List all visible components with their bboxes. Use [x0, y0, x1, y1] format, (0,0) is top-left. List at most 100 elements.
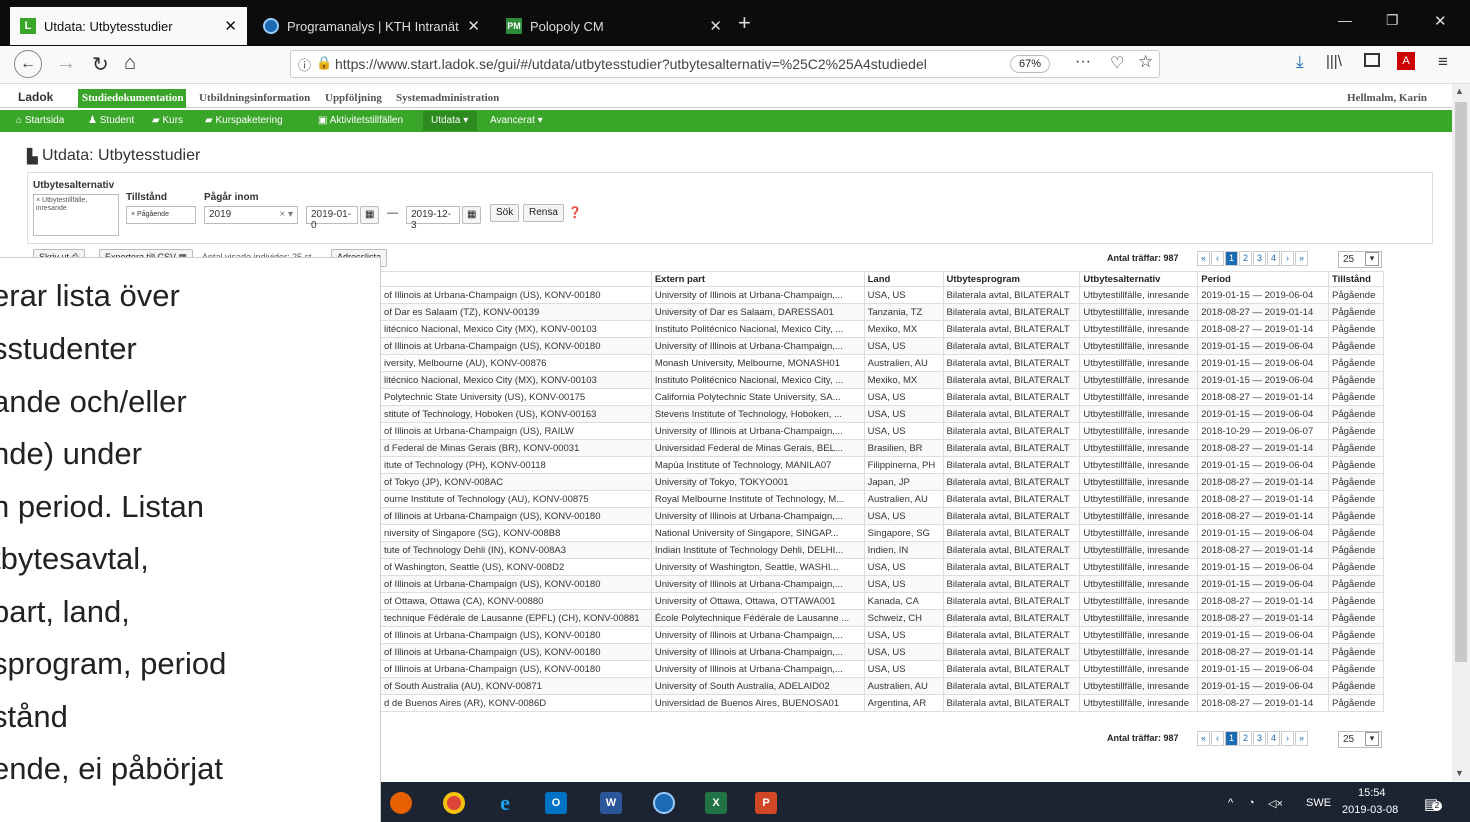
to-date-input[interactable]: 2019-12-3 — [406, 206, 460, 231]
excel-icon[interactable]: X — [705, 792, 727, 814]
menu-icon[interactable]: ≡ — [1438, 52, 1448, 72]
menu-utbildningsinformation[interactable]: Utbildningsinformation — [199, 92, 310, 104]
new-tab-button[interactable]: + — [738, 10, 751, 36]
table-row[interactable]: ourne Institute of Technology (AU), KONV… — [380, 490, 1384, 508]
powerpoint-icon[interactable]: P — [755, 792, 777, 814]
table-row[interactable]: litécnico Nacional, Mexico City (MX), KO… — [380, 320, 1384, 338]
page-actions-button[interactable]: ··· — [1075, 53, 1091, 71]
user-name[interactable]: Hellmalm, Karin — [1347, 92, 1427, 104]
nav-aktivitetstillfallen[interactable]: ▣ Aktivitetstillfällen — [318, 115, 403, 126]
page-3-button[interactable]: 3 — [1253, 731, 1266, 746]
table-row[interactable]: of Illinois at Urbana-Champaign (US), KO… — [380, 286, 1384, 304]
table-row[interactable]: iversity, Melbourne (AU), KONV-00876 Mona… — [380, 354, 1384, 372]
first-page-button[interactable]: « — [1197, 731, 1210, 746]
chrome-icon[interactable] — [443, 792, 465, 814]
word-icon[interactable]: W — [600, 792, 622, 814]
first-page-button[interactable]: « — [1197, 251, 1210, 266]
prev-page-button[interactable]: ‹ — [1211, 251, 1224, 266]
table-row[interactable]: d de Buenos Aires (AR), KONV-0086D Univer… — [380, 694, 1384, 712]
page-4-button[interactable]: 4 — [1267, 731, 1280, 746]
scroll-up-icon[interactable]: ▲ — [1455, 86, 1464, 96]
page-size-select[interactable]: 25 ▾ — [1338, 251, 1382, 268]
table-row[interactable]: of Illinois at Urbana-Champaign (US), KO… — [380, 575, 1384, 593]
network-icon[interactable]: ◔ — [1248, 797, 1255, 809]
close-icon[interactable]: ✕ — [709, 17, 722, 35]
column-header[interactable]: Utbytesprogram — [942, 271, 1081, 287]
calendar-icon[interactable]: ▦ — [462, 206, 481, 224]
last-page-button[interactable]: » — [1295, 251, 1308, 266]
pocket-icon[interactable]: ♡ — [1110, 53, 1124, 73]
page-3-button[interactable]: 3 — [1253, 251, 1266, 266]
column-header[interactable]: Land — [863, 271, 944, 287]
column-header[interactable]: Extern part — [650, 271, 865, 287]
last-page-button[interactable]: » — [1295, 731, 1308, 746]
table-row[interactable]: litécnico Nacional, Mexico City (MX), KO… — [380, 371, 1384, 389]
minimize-button[interactable]: — — [1338, 12, 1352, 28]
reload-icon[interactable]: ↻ — [92, 52, 109, 77]
table-row[interactable]: Polytechnic State University (US), KONV-… — [380, 388, 1384, 406]
scroll-down-icon[interactable]: ▼ — [1455, 768, 1464, 778]
nav-avancerat[interactable]: Avancerat ▾ — [490, 115, 543, 126]
tab-polopoly[interactable]: PM Polopoly CM ✕ — [496, 7, 732, 45]
ladok-logo[interactable]: Ladok — [18, 90, 53, 104]
table-row[interactable]: of Illinois at Urbana-Champaign (US), KO… — [380, 507, 1384, 525]
tab-utdata[interactable]: L Utdata: Utbytesstudier ✕ — [10, 7, 247, 45]
table-row[interactable]: technique Fédérale de Lausanne (EPFL) (C… — [380, 609, 1384, 627]
tray-chevron-icon[interactable]: ^ — [1228, 797, 1233, 809]
next-page-button[interactable]: › — [1281, 731, 1294, 746]
table-row[interactable]: tute of Technology Dehli (IN), KONV-008A… — [380, 541, 1384, 559]
pdf-addon-icon[interactable]: A — [1397, 52, 1415, 70]
column-header[interactable]: Period — [1197, 271, 1330, 287]
restore-button[interactable]: ❐ — [1386, 12, 1399, 29]
table-row[interactable]: of Illinois at Urbana-Champaign (US), KO… — [380, 626, 1384, 644]
nav-startsida[interactable]: ⌂ Startsida — [16, 115, 64, 126]
calendar-icon[interactable]: ▦ — [360, 206, 379, 224]
download-icon[interactable]: ⤓ — [1296, 52, 1304, 72]
next-page-button[interactable]: › — [1281, 251, 1294, 266]
firefox-icon[interactable] — [390, 792, 412, 814]
clock-date[interactable]: 2019-03-08 — [1342, 804, 1398, 816]
page-1-button[interactable]: 1 — [1225, 731, 1238, 746]
page-1-button[interactable]: 1 — [1225, 251, 1238, 266]
from-date-input[interactable]: 2019-01-0 — [306, 206, 358, 231]
table-row[interactable]: of Ottawa, Ottawa (CA), KONV-00880 Univer… — [380, 592, 1384, 610]
page-size-select-bottom[interactable]: 25 ▾ — [1338, 731, 1382, 748]
table-row[interactable]: of South Australia (AU), KONV-00871 Unive… — [380, 677, 1384, 695]
nav-utdata[interactable]: Utdata ▾ — [431, 115, 468, 126]
table-row[interactable]: of Dar es Salaam (TZ), KONV-00139 Univers… — [380, 303, 1384, 321]
clock-time[interactable]: 15:54 — [1358, 787, 1386, 799]
page-2-button[interactable]: 2 — [1239, 251, 1252, 266]
table-row[interactable]: itute of Technology (PH), KONV-00118 Mapú… — [380, 456, 1384, 474]
page-2-button[interactable]: 2 — [1239, 731, 1252, 746]
close-icon[interactable]: ✕ — [467, 17, 480, 35]
tillstand-select[interactable]: × Pågående — [126, 206, 196, 224]
nav-student[interactable]: ♟ Student — [88, 115, 134, 126]
help-icon[interactable]: ❓ — [568, 206, 582, 219]
table-row[interactable]: niversity of Singapore (SG), KONV-008B8 N… — [380, 524, 1384, 542]
info-icon[interactable]: ⓘ — [298, 55, 311, 74]
menu-uppfoljning[interactable]: Uppföljning — [325, 92, 382, 104]
bookmark-star-icon[interactable]: ☆ — [1138, 52, 1153, 72]
table-row[interactable]: of Illinois at Urbana-Champaign (US), RA… — [380, 422, 1384, 440]
language-indicator[interactable]: SWE — [1306, 797, 1331, 809]
nav-kurs[interactable]: ▰ Kurs — [152, 115, 183, 126]
page-4-button[interactable]: 4 — [1267, 251, 1280, 266]
tab-programanalys[interactable]: Programanalys | KTH Intranät ✕ — [253, 7, 490, 45]
sidebar-icon[interactable] — [1364, 53, 1380, 67]
clear-button[interactable]: Rensa — [523, 204, 564, 222]
table-row[interactable]: of Illinois at Urbana-Champaign (US), KO… — [380, 643, 1384, 661]
table-row[interactable]: stitute of Technology, Hoboken (US), KON… — [380, 405, 1384, 423]
utbytesalternativ-select[interactable]: × Utbytestillfälle, inresande — [33, 194, 119, 236]
menu-systemadministration[interactable]: Systemadministration — [396, 92, 499, 104]
table-row[interactable]: of Illinois at Urbana-Champaign (US), KO… — [380, 660, 1384, 678]
close-icon[interactable]: ✕ — [224, 17, 237, 35]
year-select[interactable]: 2019 × ▾ — [204, 206, 298, 224]
table-row[interactable]: d Federal de Minas Gerais (BR), KONV-000… — [380, 439, 1384, 457]
nav-kurspaketering[interactable]: ▰ Kurspaketering — [205, 115, 283, 126]
column-header[interactable]: Tillstånd — [1328, 271, 1384, 287]
utbytesalternativ-tag[interactable]: × Utbytestillfälle, inresande — [34, 195, 109, 215]
table-row[interactable]: of Washington, Seattle (US), KONV-008D2 U… — [380, 558, 1384, 576]
window-close-button[interactable]: ✕ — [1434, 12, 1447, 30]
kth-app-icon[interactable] — [653, 792, 675, 814]
outlook-icon[interactable]: O — [545, 792, 567, 814]
